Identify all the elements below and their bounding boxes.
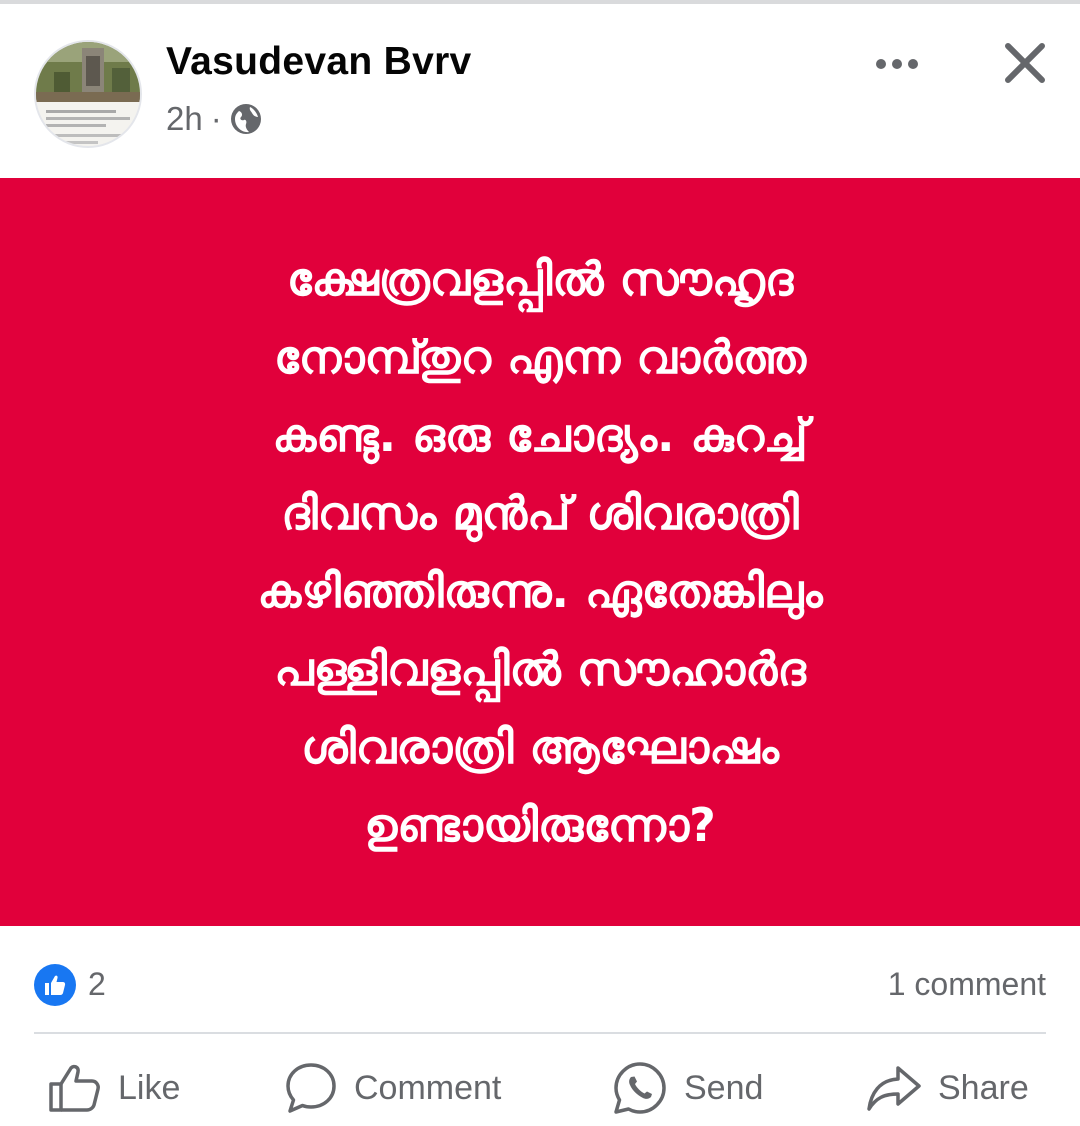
like-count[interactable]: 2 xyxy=(88,966,106,1003)
post-meta: 2h · xyxy=(166,100,262,138)
post-time[interactable]: 2h xyxy=(166,100,203,138)
post-header: Vasudevan Bvrv 2h · xyxy=(0,4,1080,178)
share-arrow-icon xyxy=(867,1066,921,1111)
comment-bubble-icon xyxy=(286,1063,336,1113)
post-actions-bar: Like Comment Send Share xyxy=(0,1050,1080,1126)
text-background-post[interactable]: ക്ഷേത്രവളപ്പിൽ സൗഹൃദ നോമ്പ്തുറ എന്ന വാർത… xyxy=(0,178,1080,926)
share-label: Share xyxy=(938,1068,1029,1107)
send-button[interactable]: Send xyxy=(612,1050,763,1126)
more-options-button[interactable] xyxy=(870,44,924,84)
close-icon xyxy=(1005,43,1045,83)
actions-divider xyxy=(34,1032,1046,1034)
like-reaction-icon[interactable] xyxy=(34,964,76,1006)
like-label: Like xyxy=(118,1068,181,1107)
comment-label: Comment xyxy=(354,1068,502,1107)
send-label: Send xyxy=(684,1068,764,1107)
comment-button[interactable]: Comment xyxy=(284,1050,501,1126)
whatsapp-icon xyxy=(614,1062,666,1114)
share-button[interactable]: Share xyxy=(866,1050,1029,1126)
close-button[interactable] xyxy=(996,34,1054,92)
comment-count[interactable]: 1 comment xyxy=(888,966,1046,1003)
meta-separator: · xyxy=(210,100,222,137)
globe-icon[interactable] xyxy=(230,103,262,135)
avatar[interactable] xyxy=(34,40,142,148)
reactions-summary: 2 1 comment xyxy=(0,926,1080,1032)
avatar-image xyxy=(36,42,140,146)
author-name[interactable]: Vasudevan Bvrv xyxy=(166,40,472,84)
like-button[interactable]: Like xyxy=(48,1050,180,1126)
post-text: ക്ഷേത്രവളപ്പിൽ സൗഹൃദ നോമ്പ്തുറ എന്ന വാർത… xyxy=(257,252,823,852)
thumbs-up-icon xyxy=(49,1064,100,1112)
more-horizontal-icon xyxy=(876,59,918,69)
